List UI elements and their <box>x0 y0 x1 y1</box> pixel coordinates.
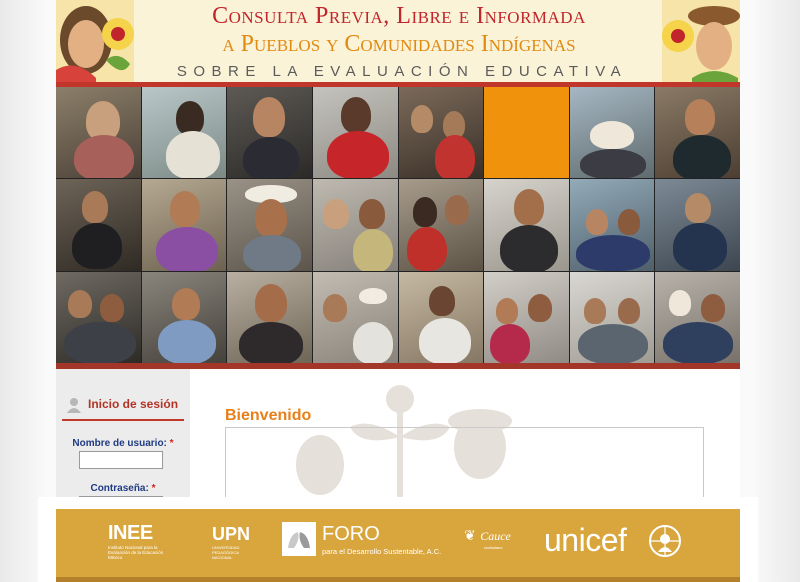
photo-tile <box>312 179 398 271</box>
unicef-logo[interactable]: unicef <box>544 521 689 561</box>
footer-bottom-strip <box>56 577 740 582</box>
unicef-logo-text: unicef <box>544 522 627 558</box>
main-content: Bienvenido <box>190 369 740 499</box>
welcome-content-box <box>225 427 704 499</box>
photo-tile <box>398 179 484 271</box>
photo-tile <box>569 271 655 363</box>
photo-tile <box>56 87 141 179</box>
cauce-plant-icon: ❦ <box>464 527 476 543</box>
foro-subtitle: para el Desarrollo Sustentable, A.C. <box>322 547 442 556</box>
photo-tile <box>227 271 312 363</box>
photo-tile <box>227 87 312 179</box>
welcome-heading: Bienvenido <box>225 407 312 424</box>
photo-tile <box>655 271 740 363</box>
photo-tile <box>655 179 740 271</box>
foro-title: FORO <box>322 523 380 545</box>
page-title: Consulta Previa, Libre e Informada <box>212 3 586 29</box>
photo-tile <box>398 87 484 179</box>
photo-tile <box>141 87 227 179</box>
username-label-text: Nombre de usuario: <box>72 438 167 449</box>
photo-tile <box>398 271 484 363</box>
username-label: Nombre de usuario: * <box>56 438 190 449</box>
unicef-globe-icon <box>649 525 681 557</box>
password-label-text: Contraseña: <box>90 483 149 494</box>
inee-logo-text: INEE <box>108 522 153 544</box>
cauce-ciudadano-logo[interactable]: ❦ Cauce ciudadano <box>464 527 534 550</box>
upn-logo-text: UPN <box>212 524 251 544</box>
indigenous-woman-flower-illustration <box>56 0 134 86</box>
photo-tile <box>56 271 141 363</box>
indigenous-man-flower-illustration <box>662 0 740 86</box>
login-sidebar: Inicio de sesión Nombre de usuario: * Co… <box>56 369 190 502</box>
username-input[interactable] <box>79 451 163 469</box>
inee-logo[interactable]: INEE Instituto Nacional para la Evaluaci… <box>108 523 168 560</box>
photo-tile <box>312 271 398 363</box>
photo-tile <box>484 271 569 363</box>
photo-tile <box>484 179 569 271</box>
required-mark: * <box>151 483 156 494</box>
page-tagline: SOBRE LA EVALUACIÓN EDUCATIVA <box>176 63 628 80</box>
password-label: Contraseña: * <box>56 483 190 494</box>
header-banner: Consulta Previa, Libre e Informada a Pue… <box>56 0 740 86</box>
page-subtitle: a Pueblos y Comunidades Indígenas <box>222 31 576 57</box>
cauce-logo-caption: ciudadano <box>484 545 503 550</box>
login-header: Inicio de sesión <box>62 395 184 421</box>
photo-tile <box>141 271 227 363</box>
photo-tile <box>141 179 227 271</box>
photo-tile <box>312 87 398 179</box>
upn-logo-caption: UNIVERSIDAD PEDAGÓGICA NACIONAL <box>212 545 240 560</box>
photo-tile <box>655 87 740 179</box>
photo-tile <box>56 179 141 271</box>
photo-tile-accent <box>484 87 569 179</box>
inee-logo-caption: Instituto Nacional para la Evaluación de… <box>108 545 164 560</box>
foro-logo[interactable]: FORO para el Desarrollo Sustentable, A.C… <box>282 522 452 564</box>
photo-tile <box>227 179 312 271</box>
cauce-logo-text: Cauce <box>480 529 511 543</box>
sponsors-footer: INEE Instituto Nacional para la Evaluaci… <box>56 509 740 577</box>
photo-tile <box>569 179 655 271</box>
required-mark: * <box>169 438 174 449</box>
foro-hands-icon <box>282 522 316 556</box>
upn-logo[interactable]: UPN UNIVERSIDAD PEDAGÓGICA NACIONAL <box>212 523 258 560</box>
login-title: Inicio de sesión <box>88 397 179 411</box>
community-photo-grid <box>56 87 740 363</box>
user-login-icon <box>67 398 81 413</box>
photo-tile <box>569 87 655 179</box>
